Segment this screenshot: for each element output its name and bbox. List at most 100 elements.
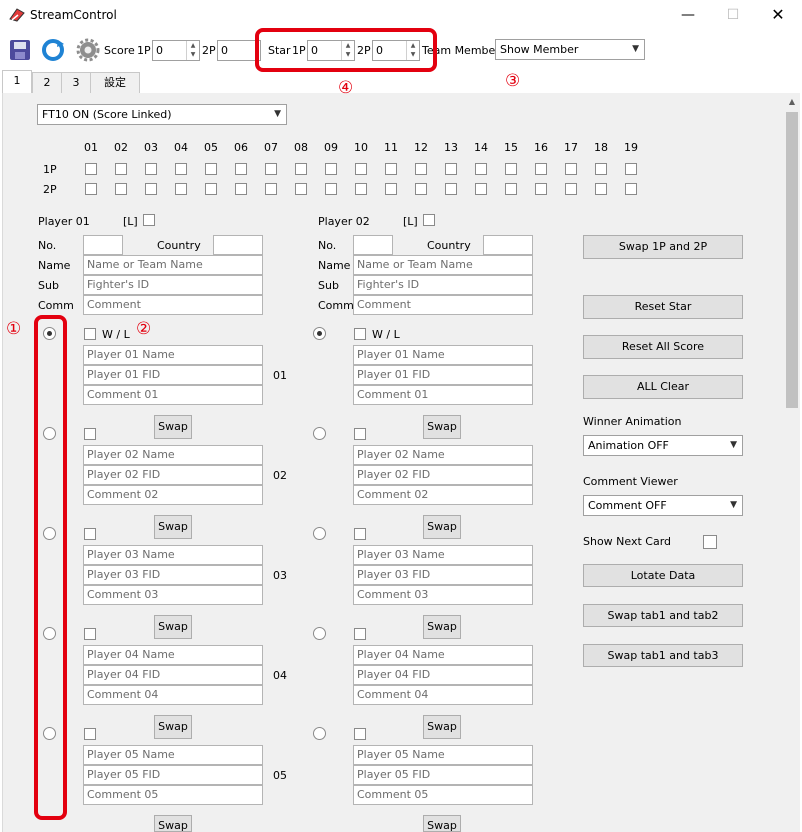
- player2-country-input[interactable]: [483, 235, 533, 255]
- member-fid-input-p1[interactable]: Player 04 FID: [83, 665, 263, 685]
- win-checkbox-1p[interactable]: [175, 163, 187, 175]
- member-fid-input-p1[interactable]: Player 03 FID: [83, 565, 263, 585]
- win-checkbox-1p[interactable]: [325, 163, 337, 175]
- win-checkbox-1p[interactable]: [385, 163, 397, 175]
- lotate-data-button[interactable]: Lotate Data: [583, 564, 743, 587]
- win-checkbox-1p[interactable]: [415, 163, 427, 175]
- member-comment-input-p2[interactable]: Comment 02: [353, 485, 533, 505]
- maximize-icon[interactable]: ☐: [723, 6, 743, 24]
- player2-no-input[interactable]: [353, 235, 393, 255]
- win-checkbox-2p[interactable]: [445, 183, 457, 195]
- win-checkbox-1p[interactable]: [505, 163, 517, 175]
- member-wl-checkbox-p2[interactable]: [354, 728, 366, 740]
- win-checkbox-2p[interactable]: [565, 183, 577, 195]
- win-checkbox-1p[interactable]: [115, 163, 127, 175]
- player1-name-input[interactable]: Name or Team Name: [83, 255, 263, 275]
- player2-comm-input[interactable]: Comment: [353, 295, 533, 315]
- member-name-input-p1[interactable]: Player 04 Name: [83, 645, 263, 665]
- close-icon[interactable]: ✕: [768, 6, 788, 24]
- win-checkbox-2p[interactable]: [355, 183, 367, 195]
- member-swap-button-p2[interactable]: Swap: [423, 515, 461, 539]
- member-radio-p2[interactable]: [313, 327, 326, 340]
- member-wl-checkbox-p2[interactable]: [354, 328, 366, 340]
- tab-3[interactable]: 3: [61, 72, 91, 93]
- win-checkbox-1p[interactable]: [145, 163, 157, 175]
- swap-tab1-tab3-button[interactable]: Swap tab1 and tab3: [583, 644, 743, 667]
- member-wl-checkbox-p1[interactable]: [84, 528, 96, 540]
- tab-settings[interactable]: 設定: [90, 72, 140, 93]
- member-fid-input-p1[interactable]: Player 05 FID: [83, 765, 263, 785]
- win-checkbox-2p[interactable]: [145, 183, 157, 195]
- show-next-card-checkbox[interactable]: [703, 535, 717, 549]
- all-clear-button[interactable]: ALL Clear: [583, 375, 743, 399]
- member-radio-p2[interactable]: [313, 527, 326, 540]
- member-comment-input-p1[interactable]: Comment 01: [83, 385, 263, 405]
- member-comment-input-p1[interactable]: Comment 03: [83, 585, 263, 605]
- member-comment-input-p1[interactable]: Comment 05: [83, 785, 263, 805]
- win-checkbox-2p[interactable]: [85, 183, 97, 195]
- win-checkbox-2p[interactable]: [415, 183, 427, 195]
- member-swap-button-p1[interactable]: Swap: [154, 815, 192, 832]
- member-swap-button-p1[interactable]: Swap: [154, 715, 192, 739]
- member-wl-checkbox-p1[interactable]: [84, 328, 96, 340]
- win-checkbox-2p[interactable]: [625, 183, 637, 195]
- player2-sub-input[interactable]: Fighter's ID: [353, 275, 533, 295]
- win-checkbox-2p[interactable]: [385, 183, 397, 195]
- gear-icon[interactable]: [75, 38, 101, 62]
- reset-star-button[interactable]: Reset Star: [583, 295, 743, 319]
- member-name-input-p2[interactable]: Player 03 Name: [353, 545, 533, 565]
- member-wl-checkbox-p1[interactable]: [84, 728, 96, 740]
- member-wl-checkbox-p1[interactable]: [84, 428, 96, 440]
- member-swap-button-p2[interactable]: Swap: [423, 615, 461, 639]
- mode-dropdown[interactable]: FT10 ON (Score Linked) ▼: [37, 104, 287, 125]
- spin-arrows-icon[interactable]: ▲ ▼: [186, 41, 199, 60]
- swap-tab1-tab2-button[interactable]: Swap tab1 and tab2: [583, 604, 743, 627]
- win-checkbox-1p[interactable]: [205, 163, 217, 175]
- member-name-input-p1[interactable]: Player 01 Name: [83, 345, 263, 365]
- member-name-input-p1[interactable]: Player 03 Name: [83, 545, 263, 565]
- win-checkbox-1p[interactable]: [595, 163, 607, 175]
- player2-name-input[interactable]: Name or Team Name: [353, 255, 533, 275]
- member-wl-checkbox-p2[interactable]: [354, 528, 366, 540]
- member-fid-input-p2[interactable]: Player 03 FID: [353, 565, 533, 585]
- member-swap-button-p2[interactable]: Swap: [423, 715, 461, 739]
- member-fid-input-p2[interactable]: Player 01 FID: [353, 365, 533, 385]
- minimize-icon[interactable]: —: [678, 6, 698, 24]
- member-comment-input-p1[interactable]: Comment 04: [83, 685, 263, 705]
- player1-comm-input[interactable]: Comment: [83, 295, 263, 315]
- win-checkbox-1p[interactable]: [535, 163, 547, 175]
- win-checkbox-2p[interactable]: [175, 183, 187, 195]
- win-checkbox-2p[interactable]: [595, 183, 607, 195]
- member-fid-input-p2[interactable]: Player 05 FID: [353, 765, 533, 785]
- player1-sub-input[interactable]: Fighter's ID: [83, 275, 263, 295]
- player2-l-checkbox[interactable]: [423, 214, 435, 226]
- member-fid-input-p2[interactable]: Player 04 FID: [353, 665, 533, 685]
- member-name-input-p1[interactable]: Player 02 Name: [83, 445, 263, 465]
- win-checkbox-1p[interactable]: [625, 163, 637, 175]
- member-wl-checkbox-p2[interactable]: [354, 428, 366, 440]
- win-checkbox-1p[interactable]: [355, 163, 367, 175]
- reset-all-score-button[interactable]: Reset All Score: [583, 335, 743, 359]
- member-radio-p2[interactable]: [313, 727, 326, 740]
- win-checkbox-2p[interactable]: [295, 183, 307, 195]
- member-wl-checkbox-p2[interactable]: [354, 628, 366, 640]
- win-checkbox-2p[interactable]: [535, 183, 547, 195]
- member-comment-input-p2[interactable]: Comment 03: [353, 585, 533, 605]
- win-checkbox-1p[interactable]: [295, 163, 307, 175]
- save-icon[interactable]: [10, 40, 30, 60]
- comment-viewer-dropdown[interactable]: Comment OFF ▼: [583, 495, 743, 516]
- win-checkbox-2p[interactable]: [205, 183, 217, 195]
- member-comment-input-p2[interactable]: Comment 01: [353, 385, 533, 405]
- player1-l-checkbox[interactable]: [143, 214, 155, 226]
- win-checkbox-1p[interactable]: [445, 163, 457, 175]
- member-radio-p2[interactable]: [313, 427, 326, 440]
- refresh-icon[interactable]: [40, 38, 66, 62]
- member-fid-input-p2[interactable]: Player 02 FID: [353, 465, 533, 485]
- win-checkbox-1p[interactable]: [235, 163, 247, 175]
- member-fid-input-p1[interactable]: Player 02 FID: [83, 465, 263, 485]
- member-swap-button-p1[interactable]: Swap: [154, 415, 192, 439]
- member-swap-button-p1[interactable]: Swap: [154, 615, 192, 639]
- tab-1[interactable]: 1: [2, 70, 32, 94]
- win-checkbox-1p[interactable]: [85, 163, 97, 175]
- tab-2[interactable]: 2: [32, 72, 62, 93]
